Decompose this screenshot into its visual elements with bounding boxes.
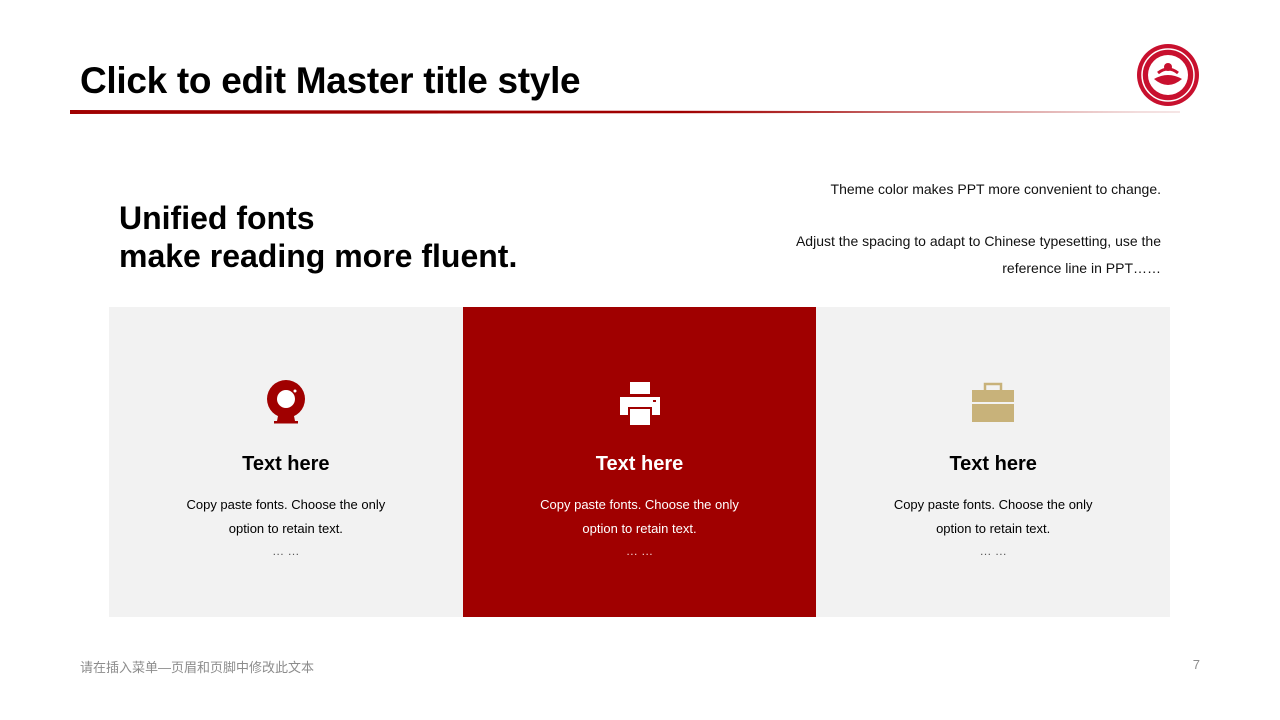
feature-card-2[interactable]: Text here Copy paste fonts. Choose the o… — [462, 307, 817, 617]
card-text: Copy paste fonts. Choose the only option… — [540, 497, 739, 536]
card-title: Text here — [595, 453, 684, 475]
card-title: Text here — [242, 453, 330, 475]
school-logo — [1137, 44, 1199, 106]
toolbox-icon — [972, 382, 1015, 422]
feature-cards: Text here Copy paste fonts. Choose the o… — [109, 307, 1171, 617]
headline-line-1: Unified fonts — [119, 200, 315, 236]
feature-card-3[interactable]: Text here Copy paste fonts. Choose the o… — [816, 307, 1171, 617]
page-number: 7 — [1192, 657, 1200, 672]
card-ellipsis: … … — [272, 544, 300, 558]
card-ellipsis: … … — [979, 544, 1007, 558]
description-block[interactable]: Theme color makes PPT more convenient to… — [741, 176, 1161, 282]
webcam-icon — [266, 380, 305, 424]
title-underline — [70, 110, 1180, 114]
description-paragraph-2: Adjust the spacing to adapt to Chinese t… — [795, 233, 1161, 276]
printer-icon — [619, 382, 660, 425]
footer-text[interactable]: 请在插入菜单—页眉和页脚中修改此文本 — [80, 657, 314, 676]
feature-card-1[interactable]: Text here Copy paste fonts. Choose the o… — [109, 307, 463, 617]
headline-line-2: make reading more fluent. — [119, 238, 518, 274]
slide-title[interactable]: Click to edit Master title style — [80, 60, 581, 102]
description-paragraph-1: Theme color makes PPT more convenient to… — [830, 181, 1161, 197]
headline[interactable]: Unified fonts make reading more fluent. — [119, 199, 517, 275]
card-ellipsis: … … — [625, 544, 654, 558]
card-text: Copy paste fonts. Choose the only option… — [893, 497, 1093, 536]
card-text: Copy paste fonts. Choose the only option… — [186, 497, 386, 536]
card-title: Text here — [949, 453, 1037, 475]
